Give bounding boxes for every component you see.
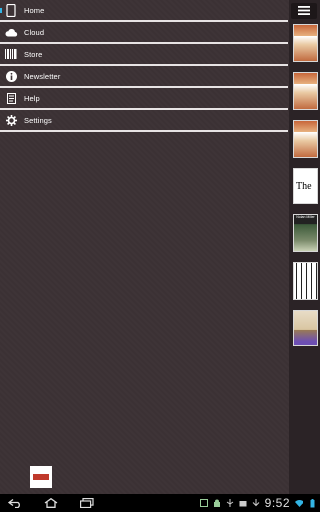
menu-item-settings[interactable]: Settings (0, 110, 288, 132)
book-cover-1[interactable] (293, 24, 318, 62)
book-cover-2[interactable] (293, 72, 318, 110)
book-cover-5[interactable]: Nolan Miller (293, 214, 318, 252)
cloud-icon (4, 25, 18, 39)
menu-item-cloud[interactable]: Cloud (0, 22, 288, 44)
menu-item-newsletter[interactable]: Newsletter (0, 66, 288, 88)
status-area: 9:52 (199, 494, 316, 512)
briefcase-icon (239, 499, 247, 507)
document-icon (4, 91, 18, 105)
book-cover-4[interactable]: The (293, 168, 318, 204)
wifi-icon (295, 499, 303, 507)
back-button[interactable] (4, 496, 26, 510)
home-button[interactable] (40, 496, 62, 510)
barcode-icon (4, 47, 18, 61)
back-arrow-icon (8, 498, 20, 508)
hamburger-icon (298, 2, 310, 20)
menu-item-help[interactable]: Help (0, 88, 288, 110)
android-icon (213, 499, 221, 507)
menu-item-label: Newsletter (24, 71, 61, 81)
menu-item-label: Store (24, 49, 43, 59)
info-icon (4, 69, 18, 83)
publisher-logo (30, 466, 52, 488)
book-cover-3[interactable] (293, 120, 318, 158)
download-icon (252, 499, 260, 507)
menu-item-store[interactable]: Store (0, 44, 288, 66)
recent-apps-icon (80, 498, 94, 508)
menu-item-label: Cloud (24, 27, 45, 37)
tablet-icon (4, 3, 18, 17)
battery-icon (308, 498, 316, 507)
book-cover-6[interactable] (293, 262, 318, 300)
book-cover-7[interactable] (293, 310, 318, 346)
book-author: Nolan Miller (296, 215, 315, 219)
menu-toggle-button[interactable] (291, 3, 317, 19)
menu-item-home[interactable]: Home (0, 0, 288, 22)
gear-icon (4, 113, 18, 127)
menu-item-label: Help (24, 93, 40, 103)
recent-apps-button[interactable] (76, 496, 98, 510)
book-title: The (296, 180, 312, 192)
gallery-notification-icon (199, 499, 208, 507)
home-icon (44, 498, 58, 508)
clock: 9:52 (264, 496, 290, 510)
usb-icon (226, 499, 234, 507)
menu-item-label: Home (24, 5, 45, 15)
menu-item-label: Settings (24, 115, 52, 125)
side-menu: Home Cloud Store Newsletter Help Setting… (0, 0, 288, 132)
